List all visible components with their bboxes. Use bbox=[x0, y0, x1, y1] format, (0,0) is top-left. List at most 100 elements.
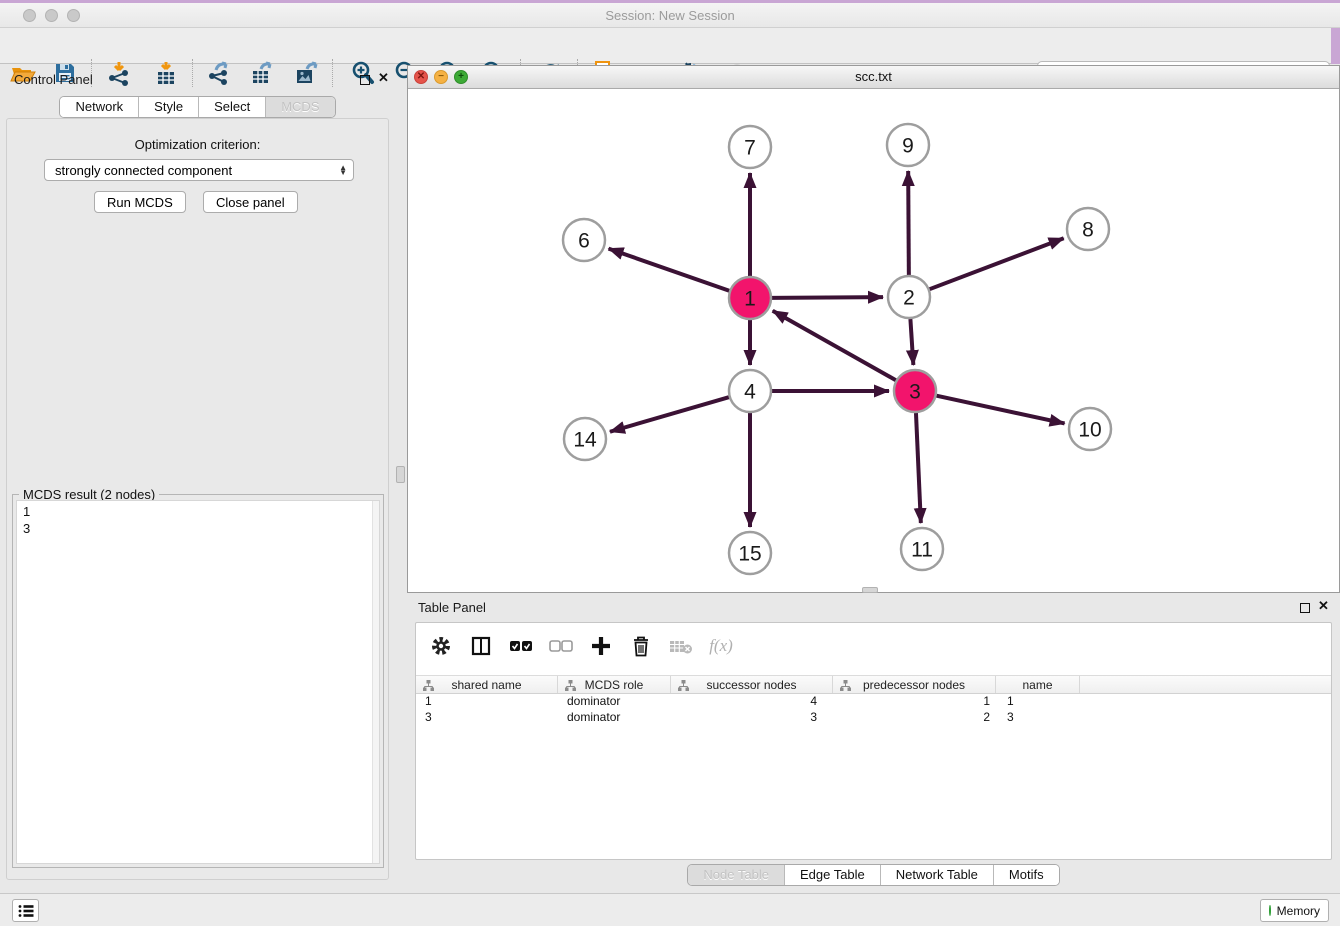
table-header-row: shared name MCDS role successor nodes pr… bbox=[416, 675, 1331, 694]
network-zoom-icon[interactable]: + bbox=[454, 70, 468, 84]
column-header-name[interactable]: name bbox=[996, 676, 1080, 693]
graph-edge-2-9[interactable] bbox=[908, 171, 909, 275]
cell-shared-name[interactable]: 3 bbox=[416, 710, 558, 726]
table-row[interactable]: 3 dominator 3 2 3 bbox=[416, 710, 1331, 726]
unselect-all-columns-icon[interactable] bbox=[548, 633, 574, 659]
table-float-icon[interactable] bbox=[1298, 601, 1311, 614]
table-row[interactable]: 1 dominator 4 1 1 bbox=[416, 694, 1331, 710]
tab-network[interactable]: Network bbox=[60, 97, 138, 117]
control-panel-title: Control Panel bbox=[14, 72, 93, 87]
table-toolbar: f(x) bbox=[416, 623, 1331, 669]
table-close-icon[interactable]: ✕ bbox=[1317, 599, 1330, 612]
graph-node-label-6: 6 bbox=[578, 230, 590, 253]
column-label: MCDS role bbox=[585, 678, 644, 692]
graph-edge-1-2[interactable] bbox=[772, 297, 883, 298]
run-mcds-button[interactable]: Run MCDS bbox=[94, 191, 186, 213]
network-view-window: ✕ − + scc.txt 7968124314101511 bbox=[407, 65, 1340, 593]
memory-button[interactable]: Memory bbox=[1260, 899, 1329, 922]
graph-node-label-1: 1 bbox=[744, 288, 756, 311]
cell-name[interactable]: 3 bbox=[996, 710, 1080, 726]
cell-successor-nodes[interactable]: 3 bbox=[671, 710, 833, 726]
select-all-columns-icon[interactable] bbox=[508, 633, 534, 659]
graph-edge-3-10[interactable] bbox=[936, 396, 1064, 424]
network-title: scc.txt bbox=[408, 66, 1339, 88]
control-panel-tabs: Network Style Select MCDS bbox=[0, 96, 395, 118]
column-type-icon bbox=[678, 680, 689, 691]
list-icon bbox=[18, 904, 34, 918]
column-header-successor-nodes[interactable]: successor nodes bbox=[671, 676, 833, 693]
close-panel-button[interactable]: Close panel bbox=[203, 191, 298, 213]
tab-edge-table[interactable]: Edge Table bbox=[784, 865, 880, 885]
mcds-result-group: MCDS result (2 nodes) 1 3 bbox=[12, 494, 384, 868]
graph-node-label-7: 7 bbox=[744, 137, 756, 160]
delete-column-icon[interactable] bbox=[628, 633, 654, 659]
control-panel-header: Control Panel ✕ bbox=[0, 65, 395, 95]
column-label: shared name bbox=[451, 678, 521, 692]
close-window-icon[interactable] bbox=[23, 9, 36, 22]
graph-node-label-2: 2 bbox=[903, 287, 915, 310]
graph-edge-3-1[interactable] bbox=[773, 311, 896, 380]
table-tabs: Node Table Edge Table Network Table Moti… bbox=[407, 864, 1340, 886]
function-builder-icon: f(x) bbox=[708, 633, 734, 659]
create-column-icon[interactable] bbox=[588, 633, 614, 659]
app-titlebar: Session: New Session bbox=[0, 3, 1340, 28]
cell-shared-name[interactable]: 1 bbox=[416, 694, 558, 710]
cell-successor-nodes[interactable]: 4 bbox=[671, 694, 833, 710]
graph-node-label-8: 8 bbox=[1082, 219, 1094, 242]
table-panel-title: Table Panel bbox=[418, 600, 486, 615]
show-columns-icon[interactable] bbox=[468, 633, 494, 659]
graph-node-label-15: 15 bbox=[738, 543, 761, 566]
result-line: 3 bbox=[23, 520, 379, 537]
graph-edge-3-11[interactable] bbox=[916, 413, 921, 523]
memory-status-icon bbox=[1269, 905, 1271, 916]
status-bar: Memory bbox=[0, 893, 1340, 926]
column-type-icon bbox=[423, 680, 434, 691]
graph-edge-4-14[interactable] bbox=[610, 397, 729, 432]
float-panel-icon[interactable] bbox=[358, 73, 371, 86]
graph-edge-1-6[interactable] bbox=[609, 249, 730, 291]
result-scrollbar[interactable] bbox=[372, 501, 379, 863]
tab-style[interactable]: Style bbox=[138, 97, 198, 117]
tab-mcds[interactable]: MCDS bbox=[265, 97, 334, 117]
memory-label: Memory bbox=[1277, 904, 1320, 918]
cell-mcds-role[interactable]: dominator bbox=[558, 710, 671, 726]
graph-node-label-9: 9 bbox=[902, 135, 914, 158]
node-table-panel: f(x) shared name MCDS role successor nod… bbox=[415, 622, 1332, 860]
graph-edge-2-3[interactable] bbox=[910, 319, 913, 365]
minimize-window-icon[interactable] bbox=[45, 9, 58, 22]
vertical-splitter-handle[interactable] bbox=[396, 466, 405, 483]
graph-edge-2-8[interactable] bbox=[930, 238, 1064, 289]
delete-table-icon bbox=[668, 633, 694, 659]
graph-node-label-14: 14 bbox=[573, 429, 597, 452]
column-header-mcds-role[interactable]: MCDS role bbox=[558, 676, 671, 693]
tab-node-table[interactable]: Node Table bbox=[688, 865, 784, 885]
network-minimize-icon[interactable]: − bbox=[434, 70, 448, 84]
tab-motifs[interactable]: Motifs bbox=[993, 865, 1059, 885]
graph-node-label-3: 3 bbox=[909, 381, 921, 404]
network-canvas[interactable]: 7968124314101511 bbox=[408, 89, 1339, 592]
column-header-predecessor-nodes[interactable]: predecessor nodes bbox=[833, 676, 996, 693]
cell-mcds-role[interactable]: dominator bbox=[558, 694, 671, 710]
cell-predecessor-nodes[interactable]: 1 bbox=[833, 694, 996, 710]
mcds-result-text[interactable]: 1 3 bbox=[16, 500, 380, 864]
table-settings-icon[interactable] bbox=[428, 633, 454, 659]
result-line: 1 bbox=[23, 503, 379, 520]
task-history-button[interactable] bbox=[12, 899, 39, 922]
maximize-window-icon[interactable] bbox=[67, 9, 80, 22]
column-type-icon bbox=[840, 680, 851, 691]
optimization-criterion-label: Optimization criterion: bbox=[0, 137, 395, 152]
criterion-dropdown[interactable]: strongly connected component ▲▼ bbox=[44, 159, 354, 181]
graph-node-label-4: 4 bbox=[744, 381, 756, 404]
tab-select[interactable]: Select bbox=[198, 97, 265, 117]
app-title: Session: New Session bbox=[0, 3, 1340, 28]
column-header-shared-name[interactable]: shared name bbox=[416, 676, 558, 693]
close-panel-icon[interactable]: ✕ bbox=[377, 71, 390, 84]
criterion-value: strongly connected component bbox=[55, 163, 339, 178]
tab-network-table[interactable]: Network Table bbox=[880, 865, 993, 885]
cell-predecessor-nodes[interactable]: 2 bbox=[833, 710, 996, 726]
cell-name[interactable]: 1 bbox=[996, 694, 1080, 710]
node-table: shared name MCDS role successor nodes pr… bbox=[416, 675, 1331, 726]
network-titlebar: ✕ − + scc.txt bbox=[408, 66, 1339, 89]
network-close-icon[interactable]: ✕ bbox=[414, 70, 428, 84]
column-label: name bbox=[1022, 678, 1052, 692]
